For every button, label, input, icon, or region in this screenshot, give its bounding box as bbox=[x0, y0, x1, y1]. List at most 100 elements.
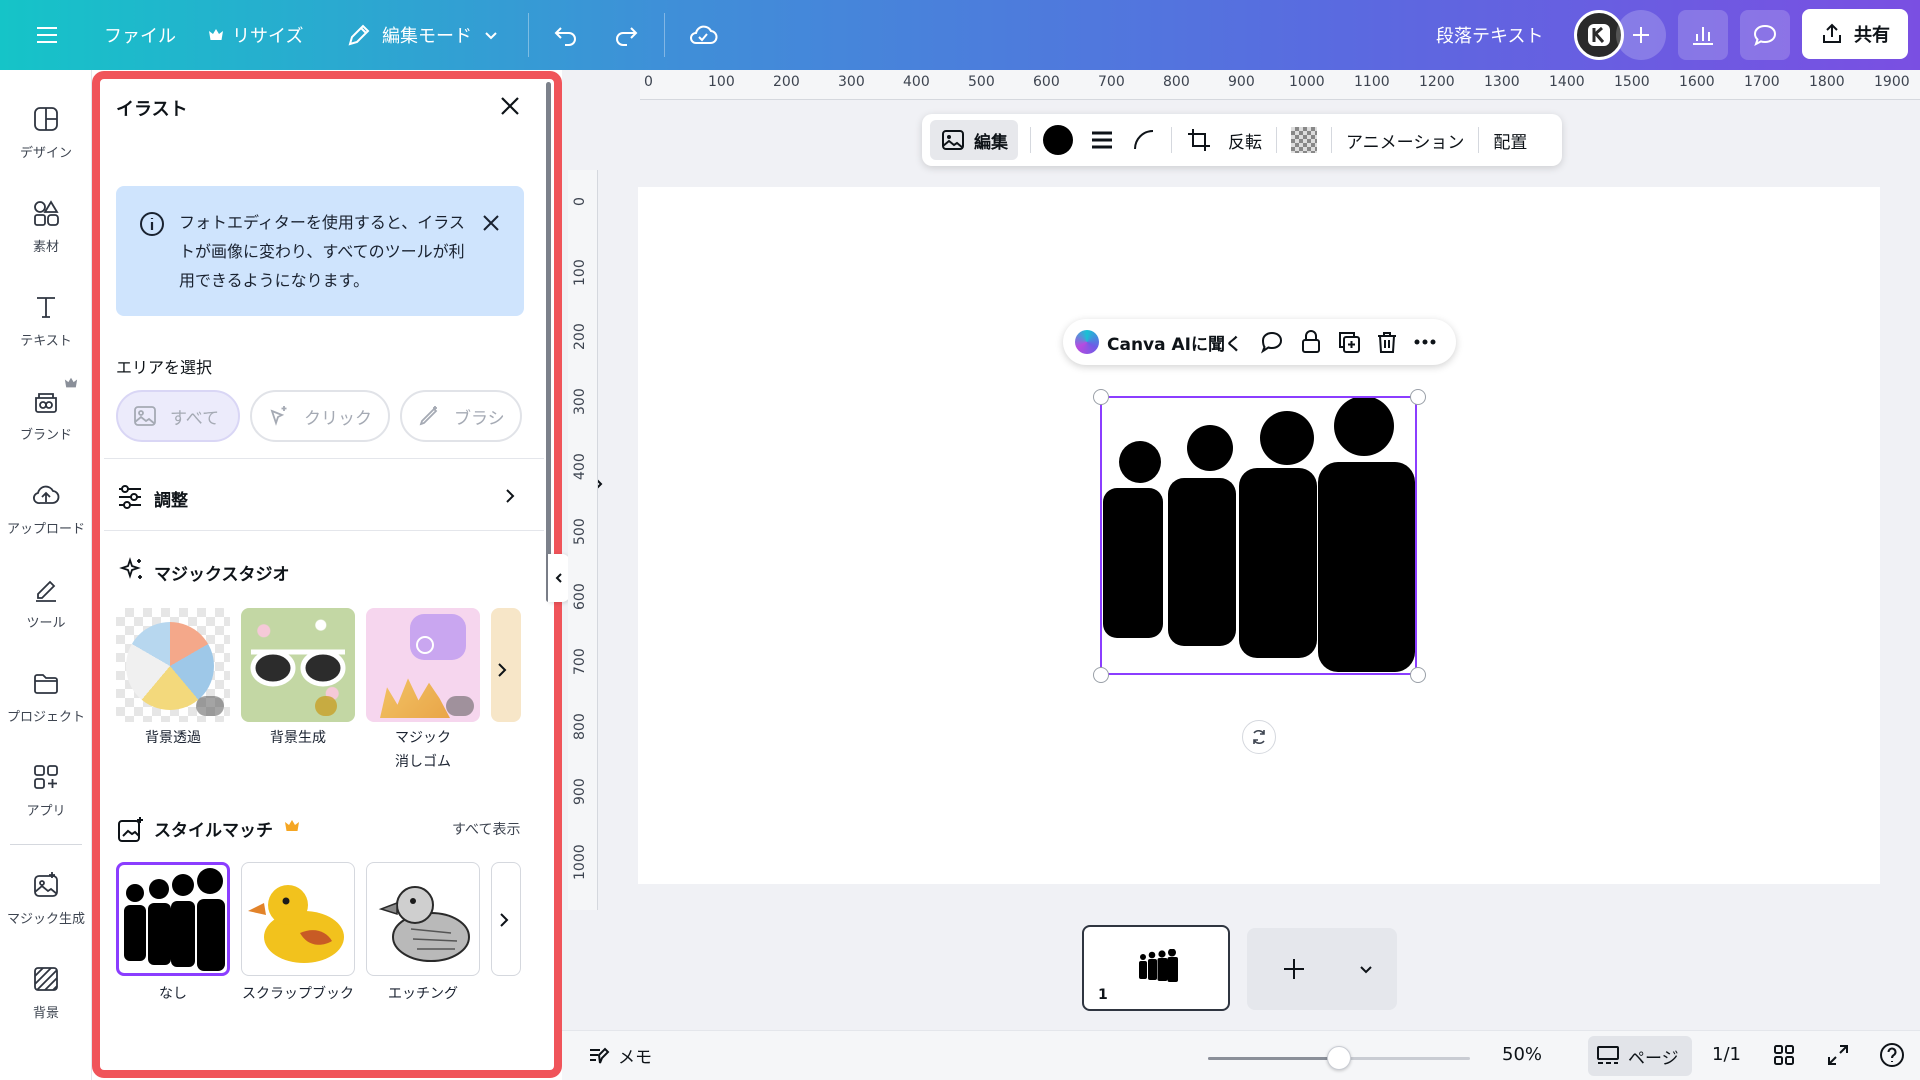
page-thumbnail[interactable]: 1 bbox=[1082, 925, 1230, 1011]
text-style-label[interactable]: 段落テキスト bbox=[1436, 0, 1543, 70]
rail-item-tools[interactable]: ツール bbox=[0, 562, 92, 642]
zoom-level[interactable]: 50% bbox=[1502, 1044, 1542, 1065]
style-etching-thumb[interactable] bbox=[366, 862, 480, 976]
page-number: 1 bbox=[1098, 987, 1108, 1003]
help-icon[interactable] bbox=[1878, 1041, 1906, 1069]
bg-generator-thumb[interactable] bbox=[241, 608, 355, 722]
magic-eraser-thumb[interactable] bbox=[366, 608, 480, 722]
ruler-tick: 600 bbox=[572, 583, 588, 610]
cloud-saved-icon[interactable] bbox=[688, 0, 718, 70]
plus-icon bbox=[1633, 27, 1649, 43]
add-collaborator-button[interactable] bbox=[1616, 10, 1666, 60]
rail-item-brand[interactable]: ブランド bbox=[0, 374, 92, 454]
menu-icon[interactable] bbox=[34, 0, 60, 70]
ruler-tick: 800 bbox=[572, 713, 588, 740]
position-button[interactable]: 配置 bbox=[1493, 128, 1527, 153]
selected-element[interactable] bbox=[1100, 396, 1417, 675]
file-menu[interactable]: ファイル bbox=[104, 0, 176, 70]
line-weight-icon[interactable] bbox=[1089, 127, 1115, 153]
comments-button[interactable] bbox=[1740, 10, 1790, 60]
grid-view-icon[interactable] bbox=[1772, 1043, 1796, 1067]
chevron-right-icon[interactable] bbox=[492, 660, 512, 680]
ruler-tick: 600 bbox=[1033, 74, 1060, 90]
edit-mode-label: 編集モード bbox=[382, 26, 472, 47]
animate-button[interactable]: アニメーション bbox=[1346, 128, 1464, 153]
resize-handle-top-right[interactable] bbox=[1410, 389, 1426, 405]
resize-handle-bottom-right[interactable] bbox=[1410, 667, 1426, 683]
close-icon[interactable] bbox=[478, 210, 504, 236]
collapse-panel-handle[interactable] bbox=[548, 554, 570, 602]
resize-handle-top-left[interactable] bbox=[1093, 389, 1109, 405]
rail-item-apps[interactable]: アプリ bbox=[0, 750, 92, 830]
more-icon[interactable] bbox=[1412, 329, 1438, 355]
pages-view-button[interactable]: ページ bbox=[1588, 1036, 1692, 1076]
panel-scrollbar[interactable] bbox=[546, 82, 551, 602]
upload-icon bbox=[33, 485, 60, 504]
lock-icon[interactable] bbox=[1298, 329, 1324, 355]
ruler-tick: 200 bbox=[773, 74, 800, 90]
rail-label: ツール bbox=[26, 615, 66, 631]
edit-mode-dropdown[interactable]: 編集モード bbox=[346, 0, 500, 70]
zoom-slider[interactable] bbox=[1208, 1046, 1470, 1070]
flip-button[interactable]: 反転 bbox=[1228, 128, 1262, 153]
ask-canva-ai-button[interactable]: Canva AIに聞く bbox=[1107, 330, 1242, 355]
rail-item-design[interactable]: デザイン bbox=[0, 92, 92, 172]
page-count[interactable]: 1/1 bbox=[1712, 1044, 1741, 1065]
trash-icon[interactable] bbox=[1374, 329, 1400, 355]
adjust-label: 調整 bbox=[154, 491, 188, 511]
comment-add-icon[interactable] bbox=[1258, 328, 1286, 356]
rail-item-uploads[interactable]: アップロード bbox=[0, 468, 92, 548]
magic-item-label: 背景生成 bbox=[270, 730, 326, 746]
rail-item-magic-media[interactable]: マジック生成 bbox=[0, 858, 92, 938]
select-click-pill[interactable]: クリック bbox=[250, 390, 390, 442]
select-all-pill[interactable]: すべて bbox=[116, 390, 240, 442]
premium-badge bbox=[196, 696, 224, 716]
adjust-row[interactable]: 調整 bbox=[104, 466, 544, 526]
insights-button[interactable] bbox=[1678, 10, 1728, 60]
rotate-handle[interactable] bbox=[1242, 720, 1276, 754]
close-icon[interactable] bbox=[494, 90, 526, 122]
undo-icon[interactable] bbox=[552, 0, 580, 70]
redo-icon[interactable] bbox=[612, 0, 640, 70]
bg-remover-thumb[interactable] bbox=[116, 608, 230, 722]
rail-item-background[interactable]: 背景 bbox=[0, 952, 92, 1032]
crown-icon bbox=[64, 377, 78, 388]
edit-image-button[interactable]: 編集 bbox=[930, 120, 1018, 160]
rail-item-text[interactable]: テキスト bbox=[0, 280, 92, 360]
share-button[interactable]: 共有 bbox=[1802, 9, 1908, 59]
fullscreen-icon[interactable] bbox=[1826, 1043, 1850, 1067]
plus-icon[interactable] bbox=[1281, 956, 1307, 982]
style-none-thumb[interactable] bbox=[116, 862, 230, 976]
chevron-right-icon[interactable] bbox=[494, 910, 514, 930]
info-text: フォトエディターを使用すると、イラストが画像に変わり、すべてのツールが利用できる… bbox=[179, 213, 465, 290]
corner-rounding-icon[interactable] bbox=[1131, 127, 1157, 153]
resize-button[interactable]: リサイズ bbox=[208, 0, 303, 70]
select-brush-pill[interactable]: ブラシ bbox=[400, 390, 522, 442]
show-all-link[interactable]: すべて表示 bbox=[452, 819, 520, 839]
duplicate-icon[interactable] bbox=[1336, 329, 1362, 355]
context-toolbar: 編集 反転 アニメーション 配置 bbox=[922, 114, 1562, 166]
share-label: 共有 bbox=[1854, 25, 1890, 46]
transparency-icon[interactable] bbox=[1291, 127, 1317, 153]
chevron-down-icon[interactable] bbox=[1357, 960, 1375, 978]
resize-handle-bottom-left[interactable] bbox=[1093, 667, 1109, 683]
pages-icon bbox=[1597, 1046, 1619, 1064]
ruler-tick: 0 bbox=[572, 197, 588, 206]
crop-icon[interactable] bbox=[1186, 127, 1212, 153]
background-icon bbox=[34, 966, 58, 991]
rail-item-elements[interactable]: 素材 bbox=[0, 186, 92, 266]
magic-media-icon bbox=[34, 871, 58, 897]
rail-item-projects[interactable]: プロジェクト bbox=[0, 656, 92, 736]
style-scrapbook-thumb[interactable] bbox=[241, 862, 355, 976]
notes-button[interactable]: メモ bbox=[586, 1043, 652, 1068]
illustration-panel: イラスト フォトエディターを使用すると、イラストが画像に変わり、すべてのツールが… bbox=[92, 70, 603, 1080]
zoom-slider-knob[interactable] bbox=[1327, 1046, 1351, 1070]
rail-label: 背景 bbox=[32, 1005, 59, 1021]
people-silhouette-mini bbox=[1139, 949, 1178, 982]
ruler-tick: 800 bbox=[1163, 74, 1190, 90]
upload-share-icon bbox=[1823, 23, 1841, 43]
notes-label: メモ bbox=[618, 1048, 652, 1068]
color-swatch[interactable] bbox=[1043, 125, 1073, 155]
people-silhouette-graphic bbox=[1103, 396, 1415, 672]
design-icon bbox=[34, 106, 58, 131]
